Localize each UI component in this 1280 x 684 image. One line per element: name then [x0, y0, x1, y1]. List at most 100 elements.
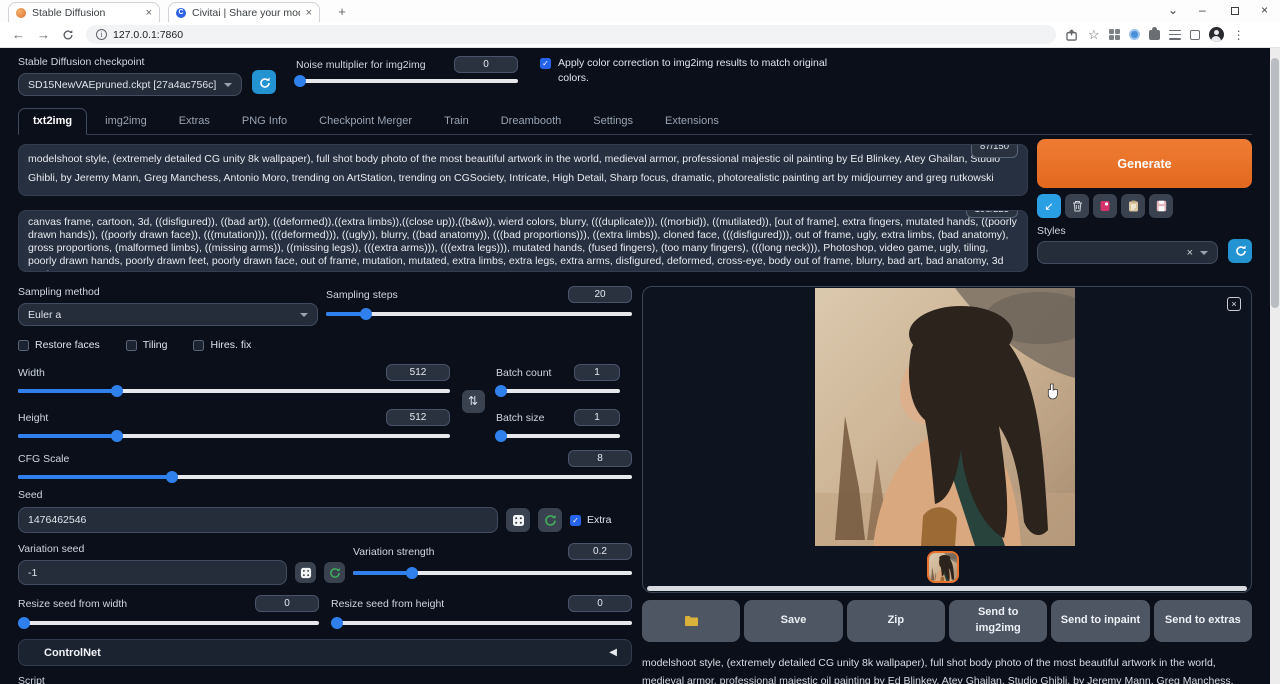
styles-dropdown[interactable]: ×: [1037, 241, 1218, 264]
zip-button[interactable]: Zip: [847, 600, 945, 642]
close-gallery-button[interactable]: ×: [1227, 297, 1241, 311]
side-panel-icon[interactable]: [1190, 30, 1200, 40]
send-to-inpaint-button[interactable]: Send to inpaint: [1051, 600, 1149, 642]
open-folder-button[interactable]: [642, 600, 740, 642]
negative-prompt-textarea[interactable]: 198/225 canvas frame, cartoon, 3d, ((dis…: [18, 210, 1028, 272]
batch-count-slider[interactable]: [496, 389, 620, 393]
tiling-option[interactable]: Tiling: [126, 339, 168, 351]
noise-multiplier-value[interactable]: 0: [454, 56, 518, 73]
generated-image[interactable]: [815, 288, 1075, 546]
cfg-scale-value[interactable]: 8: [568, 450, 632, 467]
noise-multiplier-slider[interactable]: [296, 79, 518, 83]
folder-icon: [684, 615, 699, 627]
batch-size-value[interactable]: 1: [574, 409, 620, 426]
share-icon[interactable]: [1066, 29, 1079, 41]
clear-styles-icon[interactable]: ×: [1187, 247, 1193, 259]
tab-txt2img[interactable]: txt2img: [18, 108, 87, 135]
reading-list-icon[interactable]: [1169, 30, 1181, 40]
gallery-horizontal-scrollbar[interactable]: [647, 586, 1247, 591]
gallery-thumbnail-selected[interactable]: [927, 551, 959, 583]
tab-png-info[interactable]: PNG Info: [228, 109, 301, 134]
browser-menu-icon[interactable]: ⋮: [1233, 28, 1245, 42]
tab-extensions[interactable]: Extensions: [651, 109, 733, 134]
url-field[interactable]: i 127.0.0.1:7860: [86, 25, 1056, 44]
checkpoint-dropdown[interactable]: SD15NewVAEpruned.ckpt [27a4ac756c]: [18, 73, 242, 96]
refresh-styles-button[interactable]: [1228, 239, 1252, 263]
paste-params-button[interactable]: ↙: [1037, 194, 1061, 218]
hand-cursor: [1045, 383, 1060, 400]
variation-seed-input[interactable]: -1: [18, 560, 287, 585]
generate-button[interactable]: Generate: [1037, 139, 1252, 188]
tiling-checkbox[interactable]: [126, 340, 137, 351]
reuse-variation-seed-button[interactable]: [324, 562, 345, 583]
tab-search-chevron-icon[interactable]: ⌄: [1168, 3, 1178, 17]
reload-icon[interactable]: [62, 29, 74, 41]
tab-close-icon[interactable]: ×: [306, 7, 312, 19]
batch-count-value[interactable]: 1: [574, 364, 620, 381]
forward-icon[interactable]: →: [37, 27, 50, 42]
page-scrollbar[interactable]: [1270, 48, 1280, 684]
save-button[interactable]: Save: [744, 600, 842, 642]
cfg-scale-slider[interactable]: [18, 475, 632, 479]
resize-seed-height-slider[interactable]: [331, 621, 632, 625]
tab-dreambooth[interactable]: Dreambooth: [487, 109, 576, 134]
resize-seed-width-slider[interactable]: [18, 621, 319, 625]
dice-icon: [512, 514, 525, 527]
new-tab-button[interactable]: +: [334, 4, 350, 20]
extension-blue-icon[interactable]: [1129, 29, 1140, 40]
color-correction-checkbox[interactable]: ✓: [540, 58, 551, 69]
refresh-checkpoints-button[interactable]: [252, 70, 276, 94]
sampling-steps-slider[interactable]: [326, 312, 632, 316]
clear-prompt-button[interactable]: [1065, 194, 1089, 218]
back-icon[interactable]: ←: [12, 27, 25, 42]
reuse-seed-button[interactable]: [538, 508, 562, 532]
tab-checkpoint-merger[interactable]: Checkpoint Merger: [305, 109, 426, 134]
extension-grid-icon[interactable]: [1109, 29, 1120, 40]
resize-seed-height-value[interactable]: 0: [568, 595, 632, 612]
random-variation-seed-button[interactable]: [295, 562, 316, 583]
browser-tab-active[interactable]: Stable Diffusion ×: [8, 2, 160, 22]
scrollbar-thumb[interactable]: [1271, 58, 1279, 308]
resize-seed-width-value[interactable]: 0: [255, 595, 319, 612]
controlnet-accordion[interactable]: ControlNet ◀: [18, 639, 632, 666]
variation-strength-value[interactable]: 0.2: [568, 543, 632, 560]
tab-settings[interactable]: Settings: [579, 109, 647, 134]
site-info-icon[interactable]: i: [96, 29, 107, 40]
send-to-extras-button[interactable]: Send to extras: [1154, 600, 1252, 642]
window-restore-button[interactable]: [1231, 7, 1239, 15]
swap-dimensions-button[interactable]: ⇅: [462, 390, 485, 413]
tab-extras[interactable]: Extras: [165, 109, 224, 134]
width-value[interactable]: 512: [386, 364, 450, 381]
profile-avatar[interactable]: [1209, 27, 1224, 42]
extensions-puzzle-icon[interactable]: [1149, 30, 1160, 40]
height-value[interactable]: 512: [386, 409, 450, 426]
extra-networks-button[interactable]: [1093, 194, 1117, 218]
extra-checkbox[interactable]: ✓: [570, 515, 581, 526]
random-seed-button[interactable]: [506, 508, 530, 532]
tab-img2img[interactable]: img2img: [91, 109, 161, 134]
window-minimize-button[interactable]: –: [1199, 3, 1206, 17]
batch-size-slider[interactable]: [496, 434, 620, 438]
send-to-img2img-button[interactable]: Send to img2img: [949, 600, 1047, 642]
hires-fix-checkbox[interactable]: [193, 340, 204, 351]
restore-faces-option[interactable]: Restore faces: [18, 339, 100, 351]
extra-seed-option[interactable]: ✓ Extra: [570, 514, 612, 526]
bookmark-star-icon[interactable]: ☆: [1088, 27, 1100, 43]
sampling-steps-value[interactable]: 20: [568, 286, 632, 303]
apply-style-button[interactable]: [1121, 194, 1145, 218]
restore-faces-checkbox[interactable]: [18, 340, 29, 351]
browser-tab-civitai[interactable]: C Civitai | Share your models ×: [168, 2, 320, 22]
hires-fix-option[interactable]: Hires. fix: [193, 339, 251, 351]
variation-strength-slider[interactable]: [353, 571, 632, 575]
restore-faces-label: Restore faces: [35, 339, 100, 351]
height-slider[interactable]: [18, 434, 450, 438]
sampling-method-dropdown[interactable]: Euler a: [18, 303, 318, 326]
seed-input[interactable]: 1476462546: [18, 507, 498, 533]
prompt-textarea[interactable]: 87/150 modelshoot style, (extremely deta…: [18, 144, 1028, 196]
width-slider[interactable]: [18, 389, 450, 393]
tab-train[interactable]: Train: [430, 109, 483, 134]
tab-close-icon[interactable]: ×: [146, 7, 152, 19]
save-style-button[interactable]: [1149, 194, 1173, 218]
batch-count-label: Batch count: [496, 367, 551, 379]
window-close-button[interactable]: ×: [1261, 3, 1268, 17]
